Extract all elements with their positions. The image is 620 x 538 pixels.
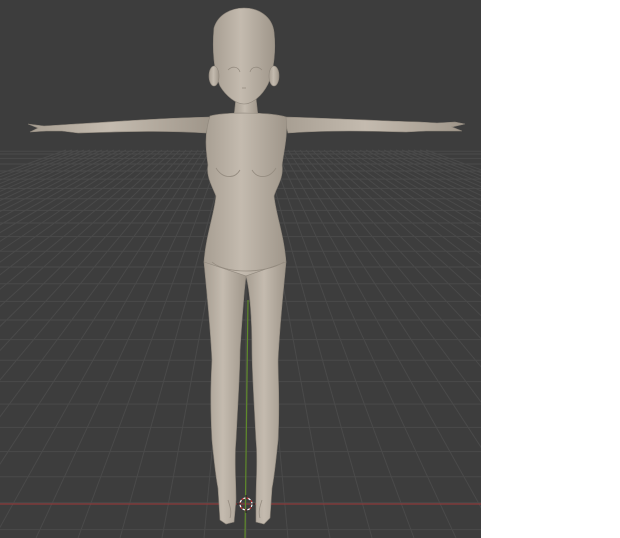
- grid-line: [359, 149, 481, 220]
- right-leg: [245, 261, 287, 525]
- grid-line: [413, 149, 481, 177]
- right-ear: [268, 65, 280, 87]
- grid-line: [0, 149, 67, 175]
- left-leg: [203, 261, 247, 525]
- torso: [203, 112, 287, 279]
- grid-line: [425, 149, 481, 171]
- grid-line: [77, 149, 223, 538]
- grid-line: [323, 149, 481, 281]
- grid-line: [269, 149, 415, 538]
- head: [212, 7, 276, 105]
- grid-line: [0, 149, 181, 328]
- blank-side-panel: [481, 0, 620, 538]
- grid-line: [0, 149, 187, 352]
- left-ear: [208, 65, 220, 87]
- grid-line: [329, 149, 481, 267]
- left-arm: [27, 116, 211, 134]
- grid-line: [341, 149, 481, 245]
- grid-line: [389, 149, 481, 192]
- right-arm: [283, 116, 466, 134]
- grid-line: [0, 149, 97, 192]
- grid-line: [0, 149, 133, 226]
- grid-line: [0, 149, 145, 242]
- grid-line: [0, 149, 139, 234]
- grid-line: [335, 149, 481, 255]
- grid-line: [0, 149, 85, 185]
- grid-line: [0, 149, 211, 529]
- grid-line: [407, 149, 481, 180]
- grid-line: [383, 149, 481, 197]
- grid-line: [0, 149, 79, 181]
- 3d-viewport[interactable]: [0, 0, 481, 538]
- grid-line: [0, 149, 91, 188]
- grid-line: [0, 149, 73, 178]
- grid-line: [293, 149, 481, 403]
- grid-line: [0, 149, 163, 276]
- grid-line: [371, 149, 481, 207]
- grid-line: [263, 149, 373, 538]
